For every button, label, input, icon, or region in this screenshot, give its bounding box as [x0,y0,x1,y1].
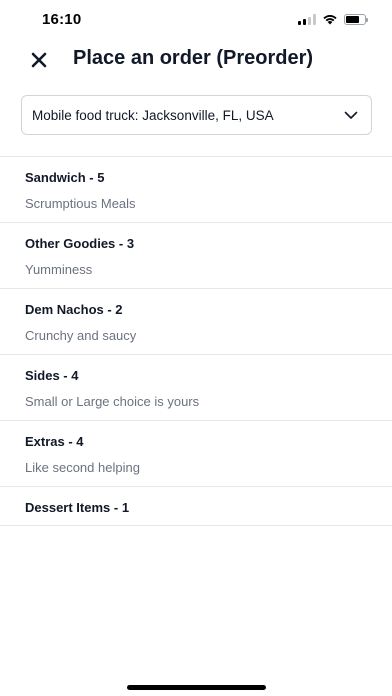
category-description: Yumminess [25,262,93,277]
category-name: Sandwich - 5 [25,170,105,185]
category-item-dessert-items[interactable]: Dessert Items - 1 [0,487,392,526]
location-select[interactable]: Mobile food truck: Jacksonville, FL, USA [21,95,372,135]
category-name: Extras - 4 [25,434,84,449]
close-button[interactable] [27,48,51,72]
category-description: Scrumptious Meals [25,196,136,211]
status-icons [298,13,368,25]
home-indicator[interactable] [127,685,266,690]
category-item-extras[interactable]: Extras - 4 Like second helping [0,421,392,487]
wifi-icon [323,15,337,25]
category-item-sides[interactable]: Sides - 4 Small or Large choice is yours [0,355,392,421]
battery-icon [344,13,368,25]
category-item-other-goodies[interactable]: Other Goodies - 3 Yumminess [0,223,392,289]
close-icon [31,52,47,68]
category-item-sandwich[interactable]: Sandwich - 5 Scrumptious Meals [0,157,392,223]
category-list: Sandwich - 5 Scrumptious Meals Other Goo… [0,156,392,526]
header: Place an order (Preorder) [0,44,392,76]
status-bar: 16:10 [0,0,392,44]
category-item-dem-nachos[interactable]: Dem Nachos - 2 Crunchy and saucy [0,289,392,355]
category-name: Other Goodies - 3 [25,236,135,251]
status-time: 16:10 [42,11,82,28]
cellular-signal-icon [298,13,316,25]
chevron-down-icon [343,107,359,123]
category-description: Crunchy and saucy [25,328,137,343]
category-name: Sides - 4 [25,368,79,383]
category-name: Dem Nachos - 2 [25,302,123,317]
location-value: Mobile food truck: Jacksonville, FL, USA [32,107,274,123]
category-name: Dessert Items - 1 [25,500,130,515]
category-description: Like second helping [25,460,140,475]
page-title: Place an order (Preorder) [73,47,314,69]
category-description: Small or Large choice is yours [25,394,200,409]
